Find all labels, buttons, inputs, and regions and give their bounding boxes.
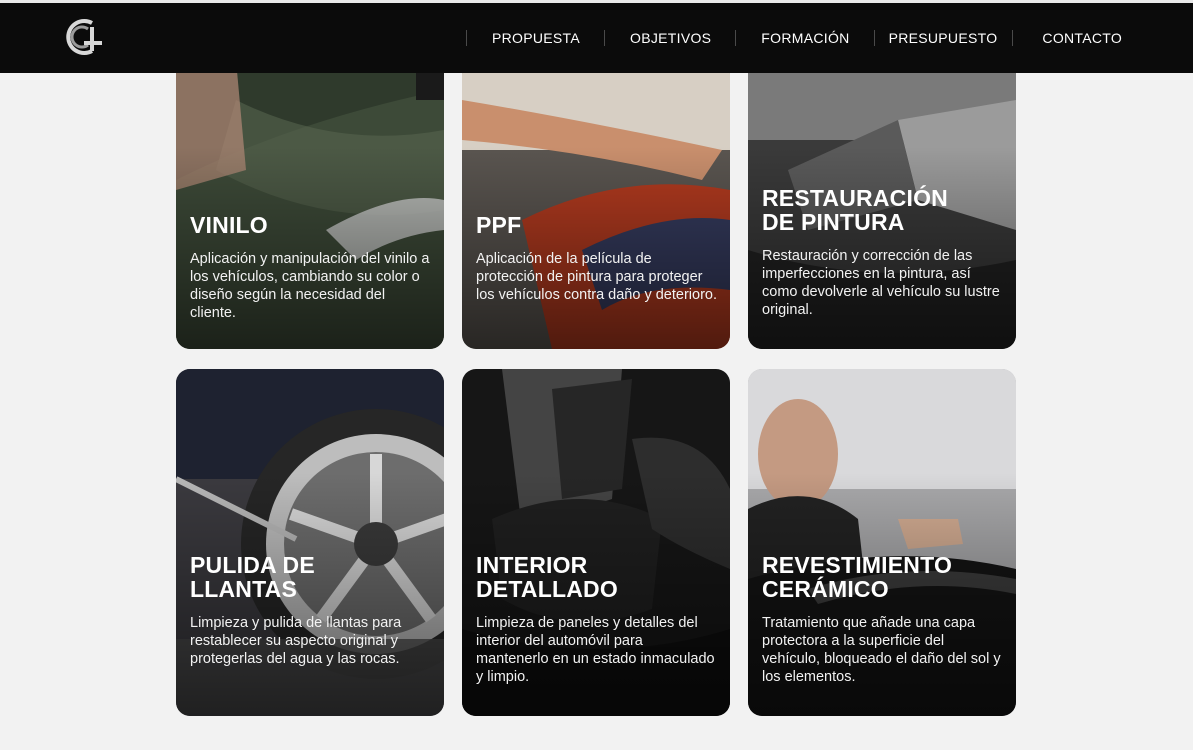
card-overlay [462, 60, 730, 349]
card-title: PPF [476, 212, 522, 238]
nav-propuesta[interactable]: PROPUESTA [466, 30, 604, 46]
service-card-restauracion-pintura[interactable]: RESTAURACIÓN DE PINTURA Restauración y c… [748, 60, 1016, 349]
card-title: RESTAURACIÓN DE PINTURA [762, 185, 948, 235]
service-card-vinilo[interactable]: VINILO Aplicación y manipulación del vin… [176, 60, 444, 349]
card-title: VINILO [190, 212, 268, 238]
service-card-revestimiento-ceramico[interactable]: REVESTIMIENTO CERÁMICO Tratamiento que a… [748, 369, 1016, 716]
card-description: Restauración y corrección de las imperfe… [762, 248, 1000, 318]
brand-logo-icon[interactable] [62, 15, 106, 59]
card-description: Aplicación de la película de protección … [476, 251, 717, 303]
main-menu: PROPUESTA OBJETIVOS FORMACIÓN PRESUPUEST… [466, 3, 1146, 73]
service-card-ppf[interactable]: PPF Aplicación de la película de protecc… [462, 60, 730, 349]
card-description: Tratamiento que añade una capa protector… [762, 615, 1001, 685]
nav-presupuesto[interactable]: PRESUPUESTO [873, 30, 1013, 46]
card-title: PULIDA DE LLANTAS [190, 552, 315, 602]
card-title: INTERIOR DETALLADO [476, 552, 618, 602]
top-navbar: PROPUESTA OBJETIVOS FORMACIÓN PRESUPUEST… [0, 3, 1193, 73]
nav-objetivos[interactable]: OBJETIVOS [604, 30, 735, 46]
nav-contacto[interactable]: CONTACTO [1012, 30, 1146, 46]
card-description: Aplicación y manipulación del vinilo a l… [190, 251, 430, 321]
nav-formacion[interactable]: FORMACIÓN [735, 30, 873, 46]
card-title: REVESTIMIENTO CERÁMICO [762, 552, 953, 602]
service-card-interior-detallado[interactable]: INTERIOR DETALLADO Limpieza de paneles y… [462, 369, 730, 716]
service-card-pulida-llantas[interactable]: PULIDA DE LLANTAS Limpieza y pulida de l… [176, 369, 444, 716]
top-border [0, 0, 1193, 3]
card-description: Limpieza de paneles y detalles del inter… [476, 615, 715, 685]
card-description: Limpieza y pulida de llantas para restab… [190, 615, 402, 667]
services-grid: VINILO Aplicación y manipulación del vin… [176, 0, 1016, 750]
